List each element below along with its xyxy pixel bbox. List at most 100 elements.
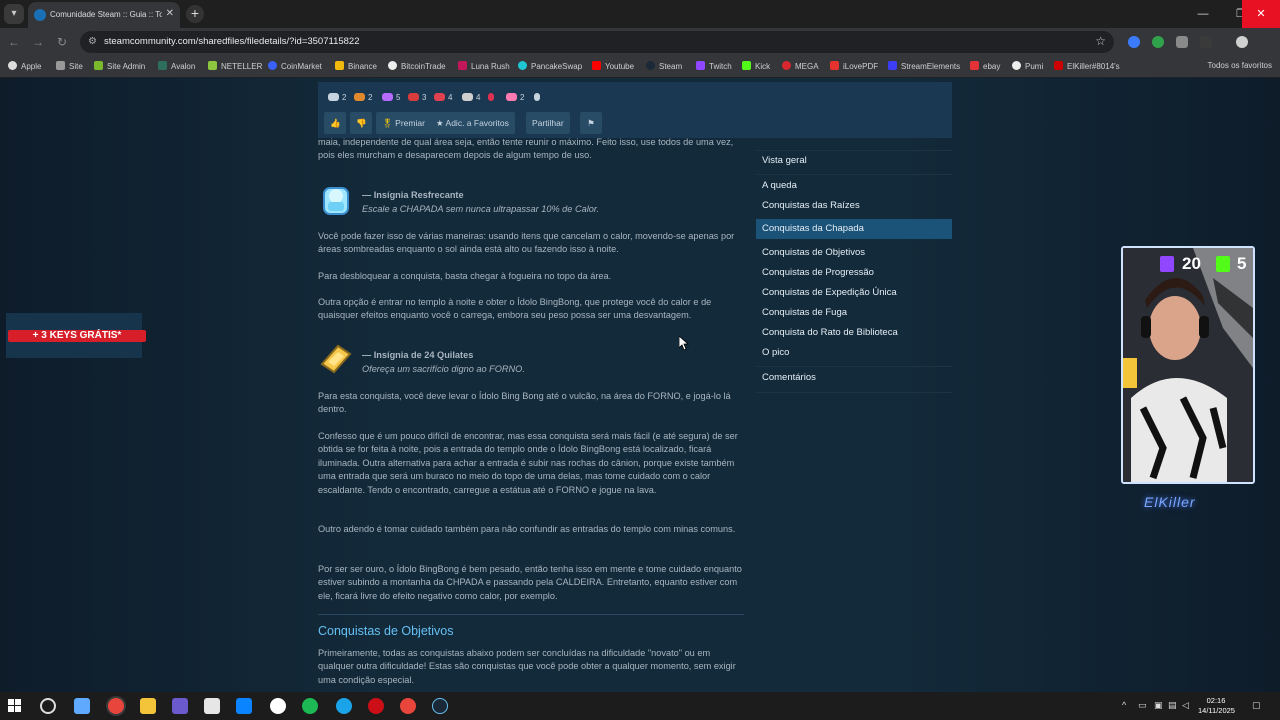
opera-icon[interactable] bbox=[368, 698, 384, 714]
tray-icon[interactable]: ▤ bbox=[1168, 700, 1177, 711]
achievement-title: — Insígnia de 24 Quilates bbox=[362, 350, 474, 360]
reload-icon[interactable]: ↻ bbox=[54, 34, 70, 50]
bookmark-streamelements[interactable]: StreamElements bbox=[888, 61, 960, 71]
nav-item-objetivos[interactable]: Conquistas de Objetivos bbox=[756, 243, 952, 263]
spotify-icon[interactable] bbox=[302, 698, 318, 714]
url-text[interactable]: steamcommunity.com/sharedfiles/filedetai… bbox=[104, 36, 360, 47]
search-icon[interactable] bbox=[40, 698, 56, 714]
bookmark-ebay[interactable]: ebay bbox=[970, 61, 1000, 71]
site-info-icon[interactable]: ⚙ bbox=[88, 36, 97, 47]
bookmark-star-icon[interactable]: ☆ bbox=[1095, 34, 1106, 48]
forward-arrow-icon[interactable]: → bbox=[30, 34, 46, 50]
steam-icon[interactable] bbox=[432, 698, 448, 714]
award-badge[interactable]: 5 bbox=[382, 93, 400, 102]
volume-icon[interactable]: ◁ bbox=[1182, 700, 1189, 711]
nav-item-vista-geral[interactable]: Vista geral bbox=[756, 151, 952, 171]
divider bbox=[318, 614, 744, 615]
app-icon[interactable] bbox=[172, 698, 188, 714]
extension-icon[interactable] bbox=[1152, 36, 1164, 48]
bookmark-ilovepdf[interactable]: iLovePDF bbox=[830, 61, 878, 71]
award-button[interactable]: 🎖 Premiar bbox=[376, 112, 431, 134]
address-bar[interactable]: ⚙ steamcommunity.com/sharedfiles/filedet… bbox=[80, 31, 1114, 53]
bookmarks-bar: Apple Site Site Admin Avalon NETELLER Co… bbox=[0, 56, 1280, 78]
bookmark-site[interactable]: Site bbox=[56, 61, 83, 71]
clock-date: 14/11/2025 bbox=[1198, 706, 1235, 715]
extension-icon[interactable] bbox=[1200, 36, 1212, 48]
award-badge[interactable] bbox=[534, 93, 543, 102]
promo-label: + 3 KEYS GRÁTIS* bbox=[8, 330, 146, 342]
extension-icon[interactable] bbox=[1128, 36, 1140, 48]
bookmark-pumi[interactable]: Pumi bbox=[1012, 61, 1043, 71]
bookmark-twitch[interactable]: Twitch bbox=[696, 61, 732, 71]
bookmark-bitcointrade[interactable]: BitcoinTrade bbox=[388, 61, 446, 71]
chrome-profile-icon[interactable] bbox=[400, 698, 416, 714]
bookmark-youtube[interactable]: Youtube bbox=[592, 61, 634, 71]
bookmark-kick[interactable]: Kick bbox=[742, 61, 770, 71]
close-tab-icon[interactable]: ✕ bbox=[166, 8, 174, 19]
promo-banner[interactable]: + 3 KEYS GRÁTIS* bbox=[6, 313, 146, 358]
achievement-description: Escale a CHAPADA sem nunca ultrapassar 1… bbox=[362, 204, 600, 214]
bookmark-avalon[interactable]: Avalon bbox=[158, 61, 195, 71]
store-icon[interactable] bbox=[204, 698, 220, 714]
ribbon-icon: 🎖 bbox=[382, 118, 393, 128]
nav-item-progressao[interactable]: Conquistas de Progressão bbox=[756, 263, 952, 283]
tray-chevron-icon[interactable]: ^ bbox=[1122, 700, 1126, 710]
nav-item-o-pico[interactable]: O pico bbox=[756, 343, 952, 363]
windows-start-icon[interactable] bbox=[8, 699, 22, 713]
share-button[interactable]: Partilhar bbox=[526, 112, 570, 134]
close-window-button[interactable]: ✕ bbox=[1242, 0, 1280, 28]
nav-item-a-queda[interactable]: A queda bbox=[756, 176, 952, 196]
bookmark-apple[interactable]: Apple bbox=[8, 61, 41, 71]
back-arrow-icon[interactable]: ← bbox=[6, 34, 22, 50]
bookmark-pancakeswap[interactable]: PancakeSwap bbox=[518, 61, 582, 71]
bookmark-coinmarket[interactable]: CoinMarket bbox=[268, 61, 322, 71]
nav-item-rato-biblioteca[interactable]: Conquista do Rato de Biblioteca bbox=[756, 323, 952, 343]
kick-count: 5 bbox=[1237, 254, 1247, 273]
award-badge[interactable]: 2 bbox=[354, 93, 372, 102]
award-badge[interactable] bbox=[488, 93, 497, 102]
copilot-icon[interactable] bbox=[74, 698, 90, 714]
steam-guide-page: 2 2 5 3 4 4 2 👍 👎 🎖 Premiar ★ Adic. a Fa… bbox=[0, 78, 1280, 692]
browser-tab-steam[interactable]: Comunidade Steam :: Guia :: To ✕ bbox=[28, 2, 180, 28]
nav-item-fuga[interactable]: Conquistas de Fuga bbox=[756, 303, 952, 323]
network-icon[interactable]: ▣ bbox=[1154, 700, 1163, 711]
award-badge[interactable]: 4 bbox=[434, 93, 452, 102]
award-badge[interactable]: 2 bbox=[506, 93, 524, 102]
nav-item-chapada[interactable]: Conquistas da Chapada bbox=[756, 219, 952, 239]
bookmark-site-admin[interactable]: Site Admin bbox=[94, 61, 145, 71]
all-bookmarks-folder[interactable]: Todos os favoritos bbox=[1208, 61, 1272, 70]
itunes-icon[interactable] bbox=[270, 698, 286, 714]
bookmark-mega[interactable]: MEGA bbox=[782, 61, 819, 71]
outlook-icon[interactable] bbox=[236, 698, 252, 714]
browser-tabstrip: ▾ Comunidade Steam :: Guia :: To ✕ + — ❐… bbox=[0, 0, 1280, 28]
bookmark-elkiller[interactable]: ElKiller#8014's bbox=[1054, 61, 1120, 71]
nav-item-raizes[interactable]: Conquistas das Raízes bbox=[756, 196, 952, 216]
award-badge[interactable]: 3 bbox=[408, 93, 426, 102]
system-clock[interactable]: 02:16 14/11/2025 bbox=[1198, 696, 1235, 716]
file-explorer-icon[interactable] bbox=[140, 698, 156, 714]
bookmark-neteller[interactable]: NETELLER bbox=[208, 61, 262, 71]
profile-avatar-icon[interactable] bbox=[1236, 36, 1248, 48]
edge-icon[interactable] bbox=[336, 698, 352, 714]
notifications-icon[interactable]: ▢ bbox=[1252, 700, 1261, 711]
tab-search-button[interactable]: ▾ bbox=[4, 4, 24, 24]
nav-item-expedicao-unica[interactable]: Conquistas de Expedição Única bbox=[756, 283, 952, 303]
award-badge[interactable]: 2 bbox=[328, 93, 346, 102]
steam-favicon-icon bbox=[34, 9, 46, 21]
tray-icon[interactable]: ▭ bbox=[1138, 700, 1147, 711]
minimize-window-button[interactable]: — bbox=[1184, 0, 1222, 28]
bookmark-luna-rush[interactable]: Luna Rush bbox=[458, 61, 510, 71]
mouse-cursor-icon bbox=[679, 336, 689, 350]
chrome-icon[interactable] bbox=[108, 698, 124, 714]
nav-item-comentarios[interactable]: Comentários bbox=[756, 368, 952, 388]
new-tab-button[interactable]: + bbox=[186, 5, 204, 23]
extension-icon[interactable] bbox=[1176, 36, 1188, 48]
bookmark-binance[interactable]: Binance bbox=[335, 61, 377, 71]
thumbs-up-button[interactable]: 👍 bbox=[324, 112, 346, 134]
flag-icon[interactable]: ⚑ bbox=[580, 112, 602, 134]
browser-toolbar: ← → ↻ ⚙ steamcommunity.com/sharedfiles/f… bbox=[0, 28, 1280, 56]
bookmark-steam[interactable]: Steam bbox=[646, 61, 682, 71]
award-badge[interactable]: 4 bbox=[462, 93, 480, 102]
thumbs-down-button[interactable]: 👎 bbox=[350, 112, 372, 134]
add-to-favorites-button[interactable]: ★ Adic. a Favoritos bbox=[430, 112, 515, 134]
